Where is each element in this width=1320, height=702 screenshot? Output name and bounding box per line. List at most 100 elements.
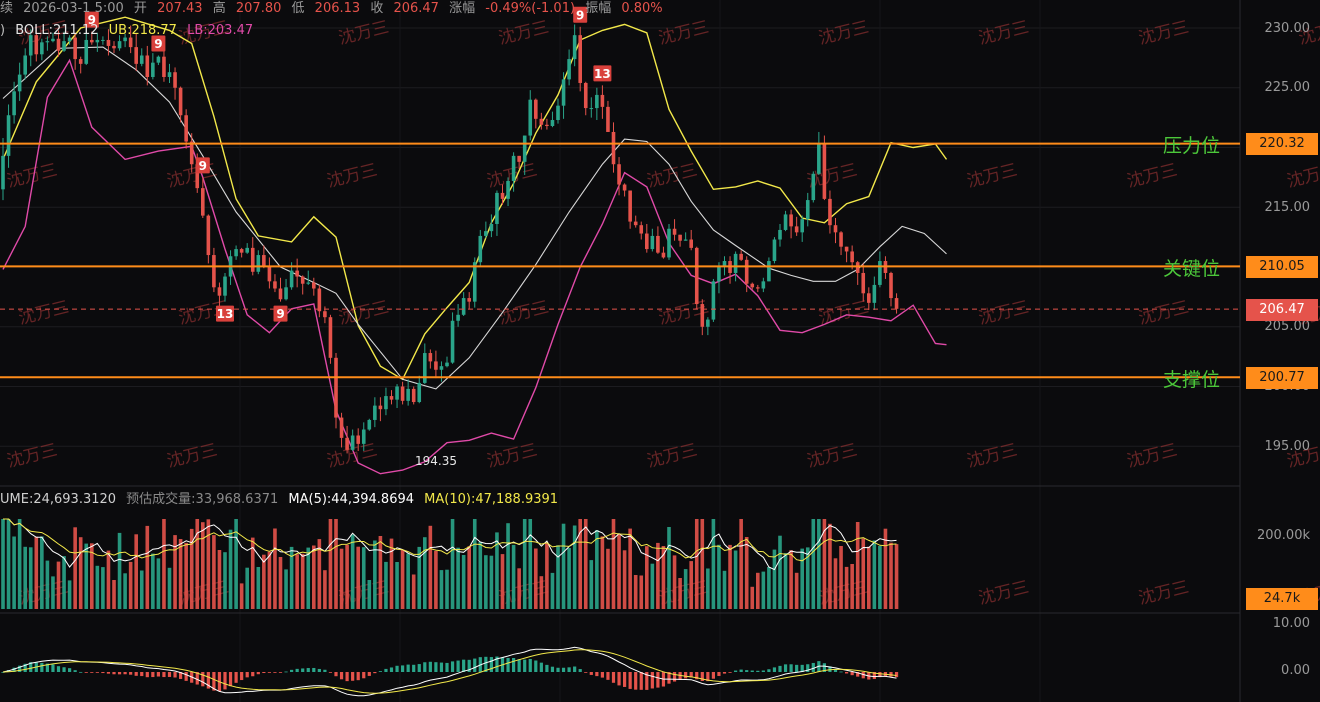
volume-bar xyxy=(106,550,111,609)
candle-body xyxy=(384,396,388,410)
candle-body xyxy=(556,105,560,121)
candle-body xyxy=(639,225,644,234)
macd-histogram-bar xyxy=(417,664,421,672)
boll-legend: ) BOLL:211.12 UB:218.77 LB:203.47 xyxy=(0,23,253,38)
macd-pane xyxy=(1,646,899,697)
candle-body xyxy=(239,249,244,253)
macd-histogram-bar xyxy=(767,669,771,672)
candle-body xyxy=(317,288,322,312)
watermark-text: 沈万三 xyxy=(977,17,1031,49)
volume-bar xyxy=(128,561,133,609)
candle-body xyxy=(40,42,44,55)
candle-body xyxy=(78,59,83,64)
candle-body xyxy=(872,284,877,303)
macd-histogram-bar xyxy=(795,664,799,672)
low-value: 206.13 xyxy=(314,1,361,16)
volume-bar xyxy=(339,548,344,609)
candle-body xyxy=(539,118,544,125)
watermark-text: 沈万三 xyxy=(977,297,1031,329)
volume-bar xyxy=(656,542,660,609)
volume-bar xyxy=(373,540,377,609)
volume-bar xyxy=(828,523,832,609)
volume-bar xyxy=(134,534,138,609)
candle-body xyxy=(73,37,77,60)
candle-body xyxy=(545,124,549,126)
candle-body xyxy=(522,135,527,162)
watermark-text: 沈万三 xyxy=(817,17,871,49)
macd-histogram-bar xyxy=(711,672,715,679)
macd-histogram-bar xyxy=(151,672,155,678)
volume-bar xyxy=(334,519,338,609)
volume-bar xyxy=(756,572,760,609)
macd-histogram-bar xyxy=(223,672,227,690)
volume-bar xyxy=(278,557,283,609)
candle-body xyxy=(145,55,150,77)
volume-bar xyxy=(711,519,716,609)
volume-bar xyxy=(123,573,127,609)
level-tag-resistance: 220.32 xyxy=(1246,133,1318,155)
macd-histogram-bar xyxy=(56,666,61,672)
macd-histogram-bar xyxy=(845,672,849,674)
watermark-text: 沈万三 xyxy=(1137,297,1191,329)
volume-bar xyxy=(794,572,799,609)
candle-body xyxy=(678,234,682,241)
candle-body xyxy=(667,228,671,258)
macd-histogram-bar xyxy=(123,672,127,675)
volume-bar xyxy=(761,571,766,609)
macd-histogram-bar xyxy=(578,669,582,672)
candle-body xyxy=(750,283,755,288)
macd-histogram-bar xyxy=(734,670,738,672)
volume-bar xyxy=(589,560,594,609)
volume-bar xyxy=(295,554,299,609)
macd-histogram-bar xyxy=(650,672,654,689)
macd-histogram-bar xyxy=(317,668,321,672)
watermark-text: 沈万三 xyxy=(5,440,59,472)
candle-body xyxy=(350,435,355,450)
candle-body xyxy=(289,270,294,288)
macd-histogram-bar xyxy=(117,672,122,675)
macd-histogram-bar xyxy=(267,672,271,673)
volume-bar xyxy=(256,567,261,609)
macd-histogram-bar xyxy=(95,672,99,673)
sequence-marker-text: 9 xyxy=(154,37,162,51)
candle-body xyxy=(95,39,100,43)
candle-body xyxy=(6,115,11,156)
volume-bar xyxy=(456,547,460,609)
macd-histogram-bar xyxy=(595,672,599,677)
volume-bar xyxy=(672,555,677,609)
candle-body xyxy=(472,262,477,302)
chart-canvas[interactable]: 沈万三 沈万三 沈万三 沈万三 沈万三 沈万三 沈万三 沈万三 沈万三沈万三 沈万三 沈万三 沈万三沈… xyxy=(0,0,1320,702)
candle-body xyxy=(234,249,238,257)
volume-bar xyxy=(606,548,610,609)
macd-histogram-bar xyxy=(395,665,399,672)
boll-lb-value: LB:203.47 xyxy=(187,23,254,38)
volume-ma10-value: MA(10):47,188.9391 xyxy=(424,492,559,507)
volume-bar xyxy=(522,519,527,609)
candle-body xyxy=(761,281,766,289)
volume-bar xyxy=(778,535,782,609)
candle-body xyxy=(839,232,843,247)
candle-body xyxy=(328,317,333,358)
macd-histogram-bar xyxy=(234,672,238,683)
macd-histogram-bar xyxy=(623,672,627,687)
volume-bar xyxy=(689,561,693,609)
volume-bar xyxy=(139,570,144,609)
macd-histogram-bar xyxy=(101,672,105,674)
macd-histogram-bar xyxy=(528,658,532,672)
candle-body xyxy=(822,143,827,199)
candle-body xyxy=(450,320,455,363)
volume-bar xyxy=(484,555,488,609)
volume-bar xyxy=(445,569,449,609)
candle-body xyxy=(689,239,693,248)
candle-body xyxy=(278,288,283,300)
candle-body xyxy=(123,37,127,42)
candle-body xyxy=(878,261,882,285)
candle-body xyxy=(56,38,61,51)
candle-body xyxy=(478,235,483,263)
candle-body xyxy=(606,106,610,132)
candle-body xyxy=(778,229,782,240)
stock-chart[interactable]: 沈万三 沈万三 沈万三 沈万三 沈万三 沈万三 沈万三 沈万三 沈万三 沈万三 沈万三 沈万三 沈万三沈… xyxy=(0,0,1320,702)
volume-bar xyxy=(511,544,516,609)
candle-body xyxy=(17,74,22,92)
candle-body xyxy=(184,115,188,142)
